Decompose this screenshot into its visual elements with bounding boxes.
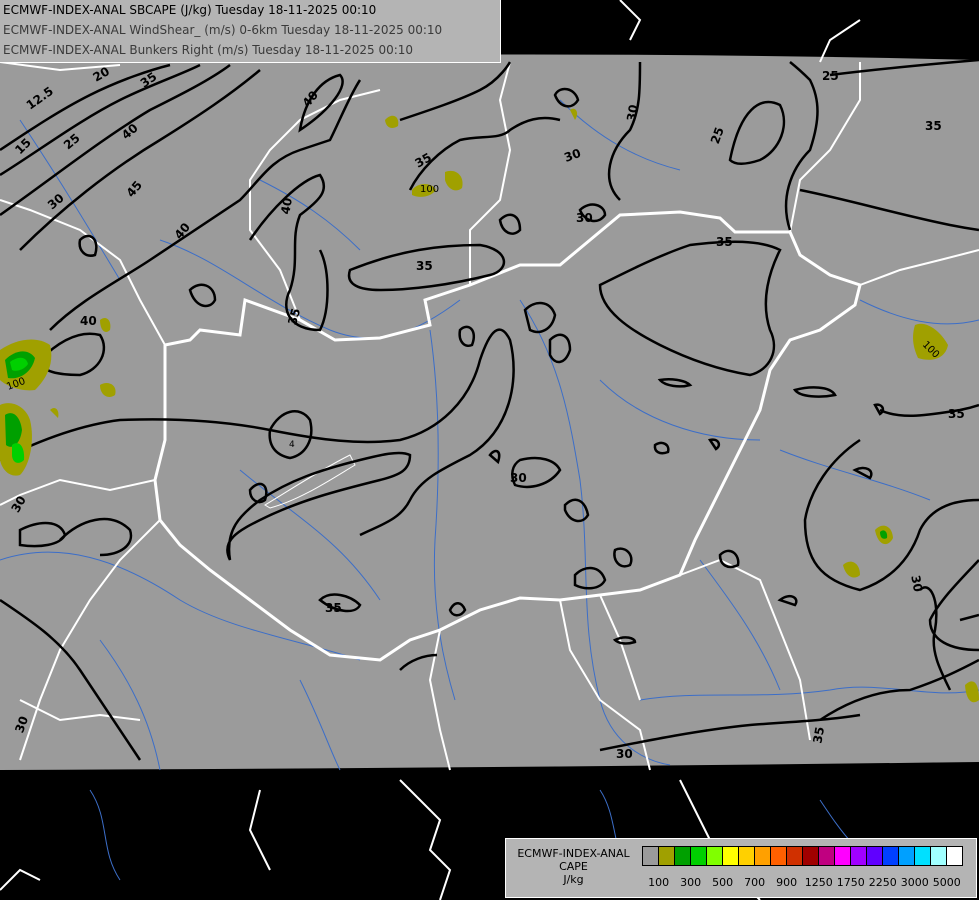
legend-label: 2250 — [868, 876, 897, 889]
legend-swatch — [755, 846, 771, 866]
header-line-bunkers: ECMWF-INDEX-ANAL Bunkers Right (m/s) Tue… — [3, 43, 414, 57]
legend-swatch — [675, 846, 691, 866]
contour-label: 35 — [416, 259, 433, 273]
legend-swatch — [947, 846, 963, 866]
legend-swatch — [659, 846, 675, 866]
contour-label: 25 — [822, 69, 839, 83]
header-line-windshear: ECMWF-INDEX-ANAL WindShear_ (m/s) 0-6km … — [3, 23, 443, 37]
contour-label: 35 — [716, 235, 733, 249]
legend-swatch — [915, 846, 931, 866]
contour-label: 30 — [510, 471, 527, 485]
legend-swatch — [739, 846, 755, 866]
legend-swatch — [723, 846, 739, 866]
legend-label: 100 — [648, 876, 670, 889]
legend-title-line1: ECMWF-INDEX-ANAL — [517, 847, 630, 860]
legend-swatch — [707, 846, 723, 866]
legend-title: ECMWF-INDEX-ANAL CAPE J/kg — [506, 847, 641, 886]
legend-swatch — [787, 846, 803, 866]
legend-title-line2: CAPE — [559, 860, 588, 873]
legend-label: 300 — [680, 876, 702, 889]
legend-label: 1250 — [804, 876, 833, 889]
contour-label: 40 — [80, 314, 97, 328]
legend-swatch — [642, 846, 659, 866]
legend-swatch — [883, 846, 899, 866]
legend-label: 500 — [712, 876, 734, 889]
contour-label: 4 — [289, 440, 295, 450]
map-header: ECMWF-INDEX-ANAL SBCAPE (J/kg) Tuesday 1… — [0, 0, 501, 63]
contour-label: 35 — [325, 601, 342, 615]
legend-swatch — [851, 846, 867, 866]
legend-swatch — [931, 846, 947, 866]
legend-swatches — [642, 846, 963, 866]
cape-legend: ECMWF-INDEX-ANAL CAPE J/kg 100 300 500 700 9… — [505, 838, 977, 898]
contour-label: 30 — [908, 574, 925, 593]
legend-swatch — [691, 846, 707, 866]
legend-label: 3000 — [900, 876, 929, 889]
legend-swatch — [819, 846, 835, 866]
legend-title-line3: J/kg — [563, 873, 584, 886]
contour-label: 35 — [948, 407, 965, 421]
model-domain — [0, 54, 979, 770]
legend-swatch — [803, 846, 819, 866]
contour-label: 30 — [616, 747, 633, 761]
legend-label: 900 — [776, 876, 798, 889]
legend-label: 1750 — [836, 876, 865, 889]
contour-label: 100 — [420, 184, 439, 195]
contour-label: 40 — [278, 197, 295, 216]
header-line-sbcape: ECMWF-INDEX-ANAL SBCAPE (J/kg) Tuesday 1… — [3, 3, 377, 17]
legend-label: 5000 — [932, 876, 961, 889]
legend-swatch — [771, 846, 787, 866]
contour-label: 30 — [576, 211, 593, 225]
contour-label: 35 — [810, 726, 827, 745]
contour-label: 30 — [624, 104, 641, 123]
legend-swatch — [867, 846, 883, 866]
weather-map: 12.5 20 35 40 15 25 40 45 30 40 40 35 40… — [0, 0, 979, 900]
contour-label: 35 — [925, 119, 942, 133]
legend-swatch — [835, 846, 851, 866]
legend-swatch — [899, 846, 915, 866]
legend-label: 700 — [744, 876, 766, 889]
